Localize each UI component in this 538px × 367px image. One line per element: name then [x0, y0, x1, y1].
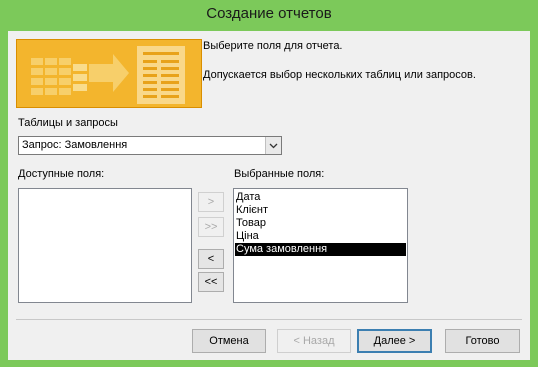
add-all-fields-button[interactable]: >> [198, 217, 224, 237]
list-item[interactable]: Товар [236, 217, 266, 230]
tables-queries-dropdown[interactable]: Запрос: Замовлення [18, 136, 282, 155]
list-item-selected[interactable]: Сума замовлення [235, 243, 406, 256]
tables-queries-value: Запрос: Замовлення [22, 139, 128, 151]
wizard-body: Выберите поля для отчета. Допускается вы… [8, 31, 530, 360]
add-field-button[interactable]: > [198, 192, 224, 212]
chevron-down-icon [269, 143, 278, 149]
remove-all-fields-button[interactable]: << [198, 272, 224, 292]
title-bar[interactable]: Создание отчетов [0, 0, 538, 31]
available-fields-label: Доступные поля: [18, 168, 105, 180]
finish-button[interactable]: Готово [445, 329, 520, 353]
remove-field-button[interactable]: < [198, 249, 224, 269]
list-item[interactable]: Клієнт [236, 204, 268, 217]
available-fields-list[interactable] [18, 188, 192, 303]
wizard-illustration-icon [16, 39, 202, 108]
back-button[interactable]: < Назад [277, 329, 351, 353]
selected-fields-list[interactable]: Дата Клієнт Товар Ціна Сума замовлення [233, 188, 408, 303]
dropdown-arrow-button[interactable] [265, 137, 281, 154]
list-item[interactable]: Дата [236, 191, 260, 204]
window-title: Создание отчетов [206, 5, 332, 22]
selected-fields-label: Выбранные поля: [234, 168, 325, 180]
instruction-text: Выберите поля для отчета. [203, 40, 343, 52]
next-button[interactable]: Далее > [357, 329, 432, 353]
tables-queries-label: Таблицы и запросы [18, 117, 118, 129]
list-item[interactable]: Ціна [236, 230, 259, 243]
footer-divider [16, 319, 522, 320]
cancel-button[interactable]: Отмена [192, 329, 266, 353]
hint-text: Допускается выбор нескольких таблиц или … [203, 69, 476, 81]
table-to-report-icon [17, 40, 201, 107]
report-wizard-window: Создание отчетов Выберите поля для отчет… [0, 0, 538, 367]
